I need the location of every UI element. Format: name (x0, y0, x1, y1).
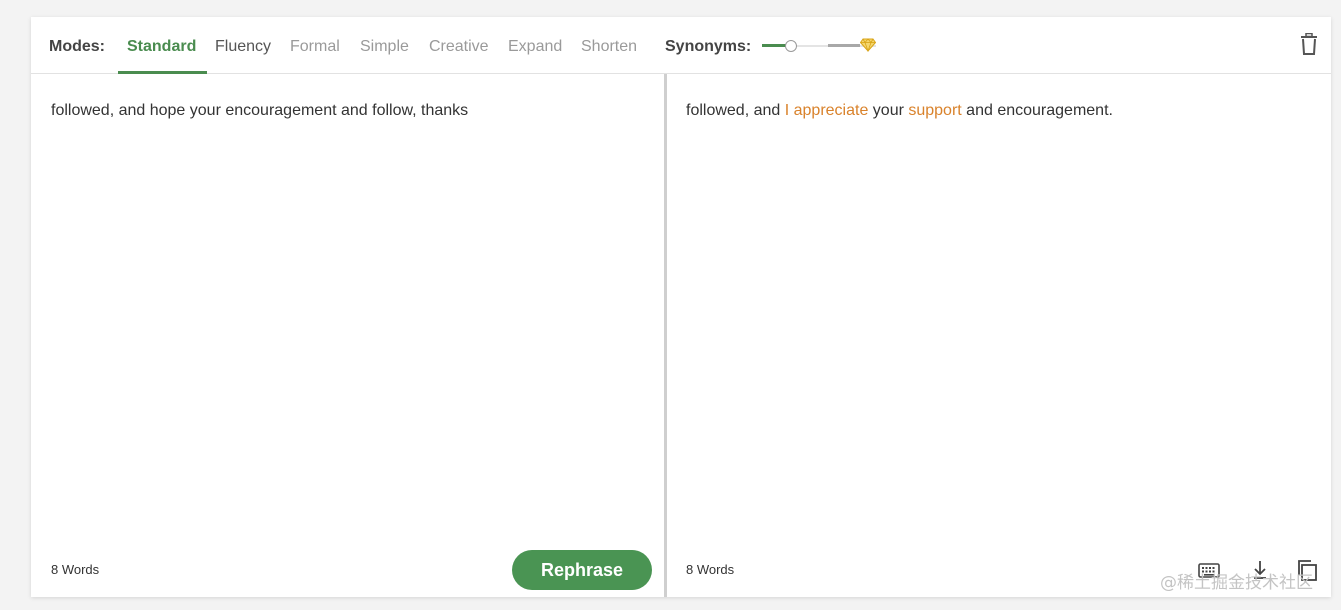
output-changed-phrase[interactable]: I appreciate (785, 102, 869, 119)
modes-label: Modes: (49, 38, 105, 55)
slider-premium-segment (828, 44, 860, 47)
output-word-count: 8 Words (686, 562, 735, 577)
mode-tab-fluency[interactable]: Fluency (215, 38, 271, 56)
watermark: @稀土掘金技术社区 (1160, 573, 1313, 593)
paraphraser-card: Modes: Standard Fluency Formal Simple Cr… (31, 17, 1331, 597)
input-word-count: 8 Words (51, 562, 100, 577)
input-text[interactable]: followed, and hope your encouragement an… (51, 100, 644, 122)
trash-icon[interactable] (1300, 33, 1318, 55)
slider-thumb[interactable] (785, 40, 797, 52)
synonyms-label: Synonyms: (665, 38, 752, 55)
premium-diamond-icon (860, 38, 876, 52)
toolbar: Modes: Standard Fluency Formal Simple Cr… (31, 17, 1331, 74)
output-changed-phrase[interactable]: support (908, 102, 961, 119)
output-segment: your (868, 102, 909, 119)
input-pane[interactable]: followed, and hope your encouragement an… (31, 74, 664, 597)
synonyms-slider[interactable] (762, 38, 876, 53)
mode-tab-standard[interactable]: Standard (127, 38, 196, 56)
output-segment: followed, and (686, 102, 785, 119)
mode-tab-formal[interactable]: Formal (290, 38, 340, 56)
mode-tab-shorten[interactable]: Shorten (581, 38, 637, 56)
output-text[interactable]: followed, and I appreciate your support … (686, 100, 1311, 122)
mode-tab-creative[interactable]: Creative (429, 38, 489, 56)
mode-tab-simple[interactable]: Simple (360, 38, 409, 56)
rephrase-button[interactable]: Rephrase (512, 550, 652, 590)
mode-tab-expand[interactable]: Expand (508, 38, 562, 56)
output-pane: followed, and I appreciate your support … (667, 74, 1331, 597)
output-segment: and encouragement. (961, 102, 1113, 119)
